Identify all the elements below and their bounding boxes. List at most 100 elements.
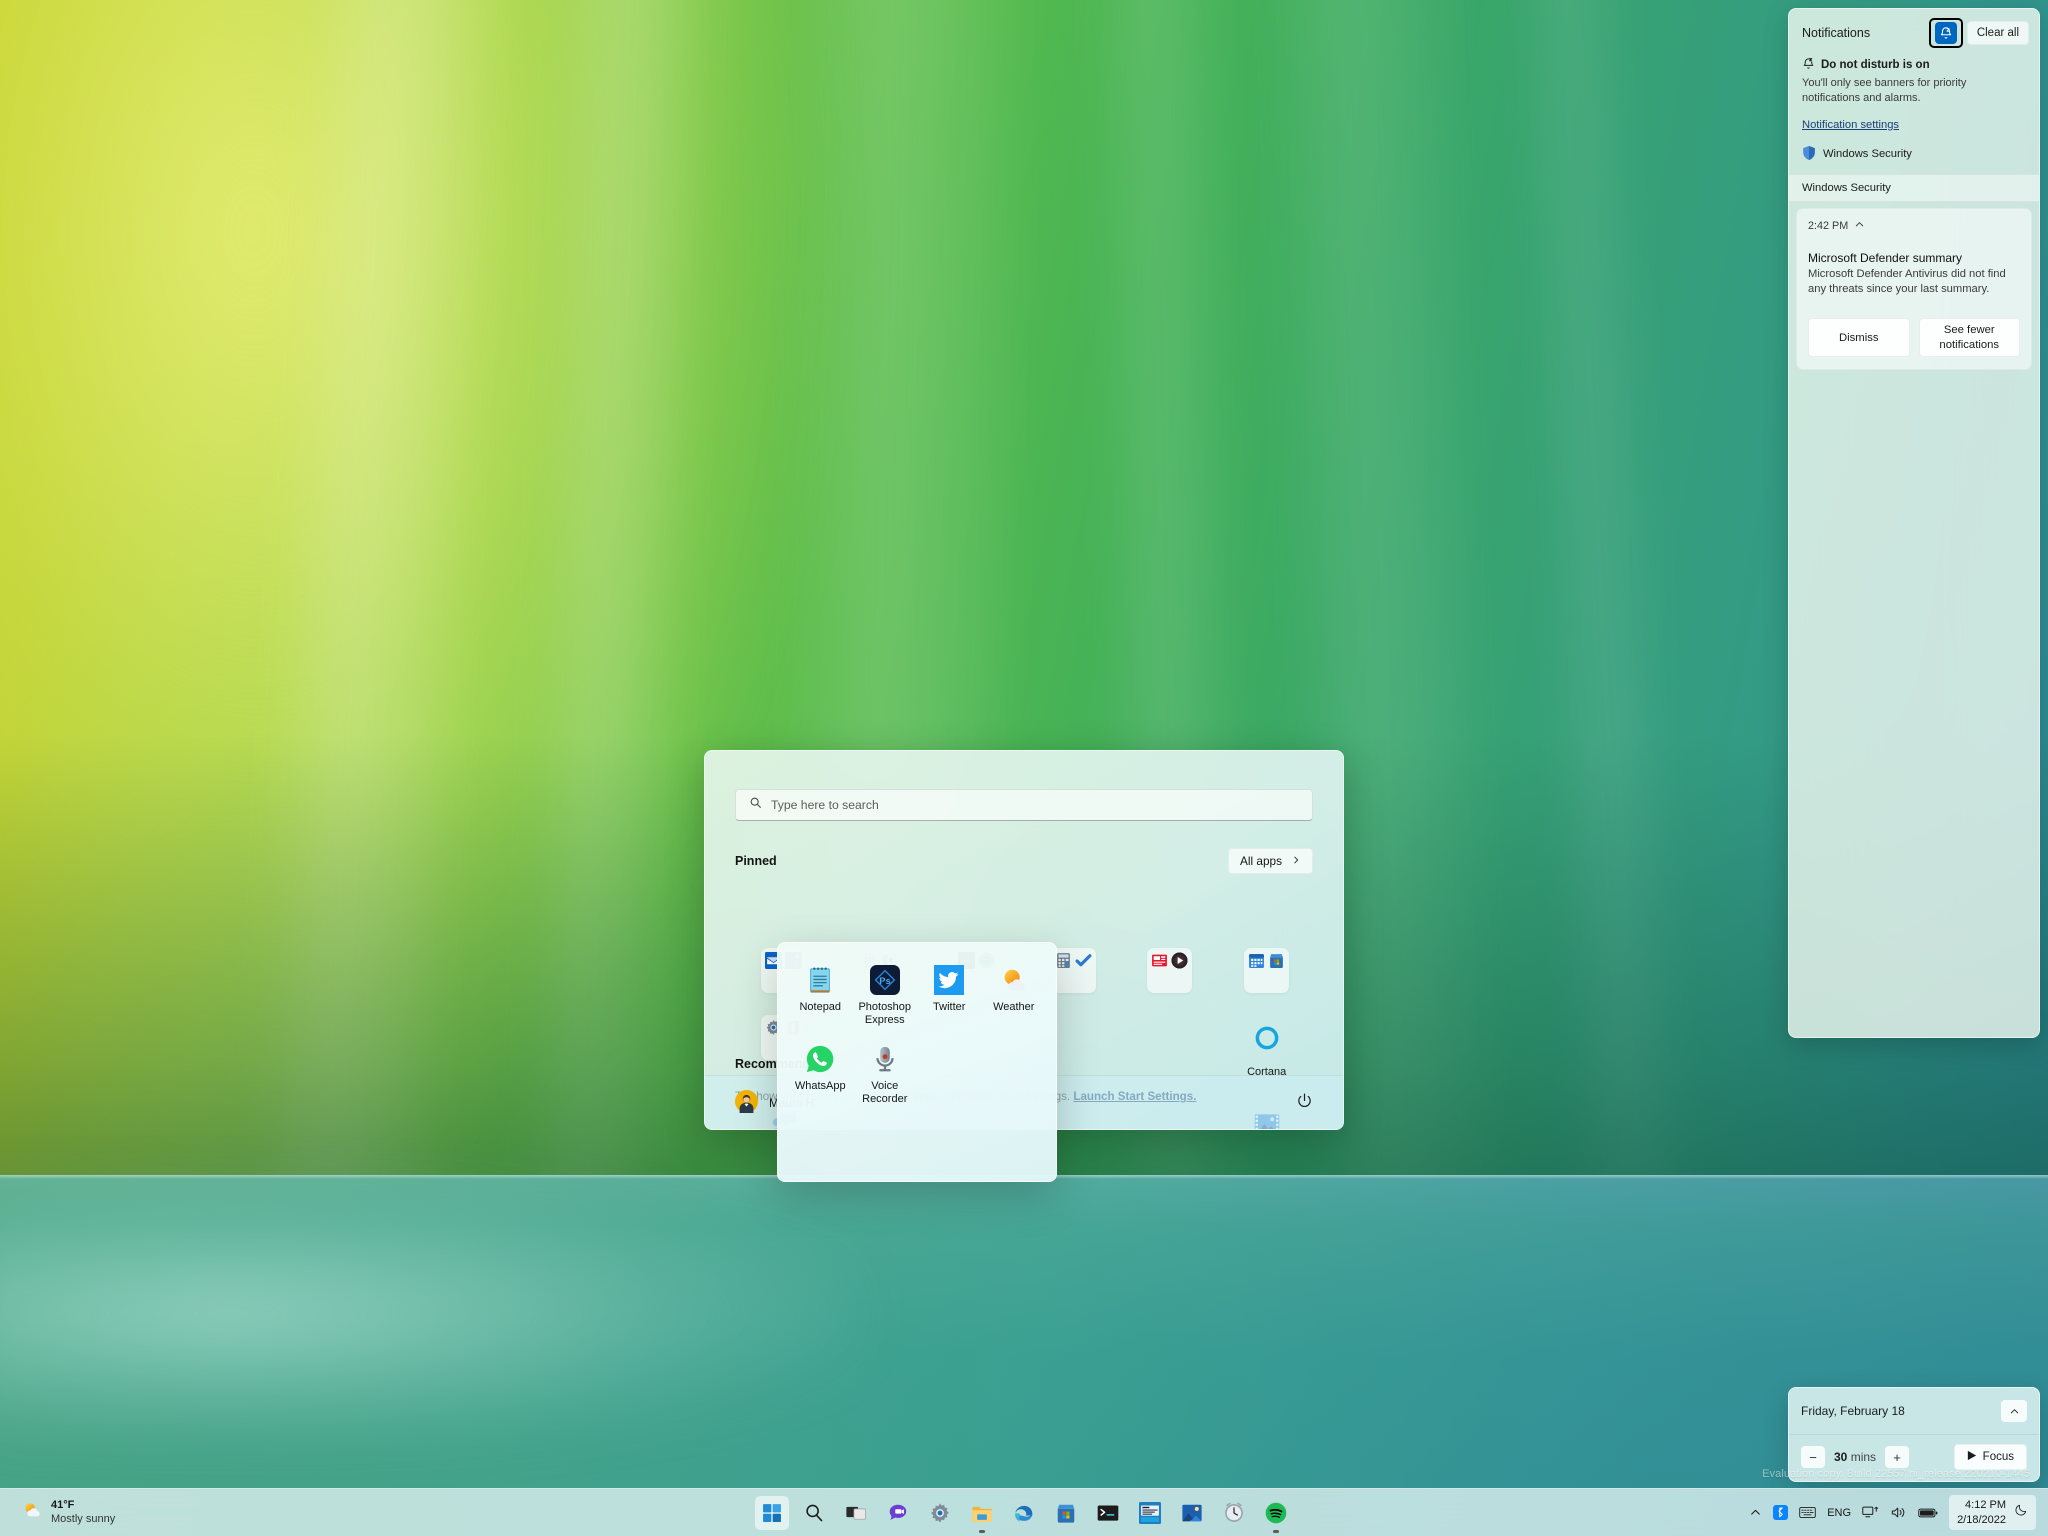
- chat-button[interactable]: [881, 1496, 915, 1530]
- pinned-folder-tile[interactable]: [1147, 948, 1193, 993]
- weather-icon: [999, 965, 1029, 995]
- see-fewer-notifications-button[interactable]: See fewer notifications: [1918, 318, 2020, 357]
- terminal-icon: [1097, 1502, 1119, 1524]
- pinned-app-icon-wrap: [1253, 1015, 1281, 1060]
- task-view-button[interactable]: [839, 1496, 873, 1530]
- settings-button[interactable]: [923, 1496, 957, 1530]
- folder-app-item[interactable]: Voice Recorder: [853, 1044, 918, 1107]
- do-not-disturb-icon: [1934, 22, 1957, 44]
- calendar-collapse-button[interactable]: [2001, 1400, 2027, 1422]
- do-not-disturb-bell-icon: [1802, 57, 1815, 73]
- pinned-cell[interactable]: [1122, 948, 1219, 993]
- clear-all-button[interactable]: Clear all: [1966, 21, 2029, 45]
- folder-app-label: WhatsApp: [794, 1079, 846, 1092]
- clock-text: 4:12 PM 2/18/2022: [1957, 1498, 2006, 1527]
- folder-app-label: Voice Recorder: [862, 1079, 908, 1106]
- taskbar-weather-widget[interactable]: 41°F Mostly sunny: [12, 1496, 125, 1530]
- store-button[interactable]: [1049, 1496, 1083, 1530]
- movies-icon: [1171, 952, 1188, 969]
- do-not-disturb-description: You'll only see banners for priority not…: [1802, 77, 1967, 104]
- taskbar: 41°F Mostly sunny ENG 4:12 PM 2/18/2022: [0, 1488, 2048, 1536]
- do-not-disturb-toggle[interactable]: [1928, 18, 1963, 48]
- clock-button[interactable]: [1217, 1496, 1251, 1530]
- task-view-icon: [845, 1502, 867, 1524]
- terminal-button[interactable]: [1091, 1496, 1125, 1530]
- evaluation-watermark: Evaluation copy. Build 22557.ni_release.…: [1762, 1468, 2030, 1480]
- notification-settings-link[interactable]: Notification settings: [1802, 119, 1899, 131]
- edge-button[interactable]: [1007, 1496, 1041, 1530]
- pinned-title: Pinned: [735, 854, 777, 868]
- power-button[interactable]: [1296, 1092, 1313, 1114]
- notification-toast[interactable]: 2:42 PM Microsoft Defender summary Micro…: [1796, 207, 2032, 370]
- bluetooth-icon[interactable]: [1773, 1505, 1789, 1520]
- spotify-button[interactable]: [1259, 1496, 1293, 1533]
- notification-toast-meta: 2:42 PM: [1808, 219, 2020, 233]
- network-icon[interactable]: [1862, 1505, 1879, 1520]
- start-search-box[interactable]: Type here to search: [735, 789, 1313, 821]
- start-folder-popup: Notepad Ps Photoshop Express Twitter Weat…: [777, 942, 1057, 1182]
- folder-app-item[interactable]: Twitter: [917, 965, 982, 1028]
- pinned-cell[interactable]: Cortana: [1218, 1015, 1315, 1079]
- folder-apps-grid: Notepad Ps Photoshop Express Twitter Weat…: [788, 965, 1046, 1107]
- tray-date: 2/18/2022: [1957, 1513, 2006, 1526]
- file-explorer-button[interactable]: [965, 1496, 999, 1533]
- keyboard-icon[interactable]: [1799, 1506, 1816, 1519]
- all-apps-button[interactable]: All apps: [1228, 848, 1313, 874]
- focus-start-label: Focus: [1982, 1451, 2014, 1463]
- spotify-icon: [1265, 1502, 1287, 1524]
- all-apps-label: All apps: [1240, 854, 1282, 868]
- volume-icon[interactable]: [1890, 1505, 1907, 1520]
- search-button[interactable]: [797, 1496, 831, 1530]
- notification-toast-body: Microsoft Defender Antivirus did not fin…: [1808, 267, 2006, 295]
- pinned-folder-tile[interactable]: [1244, 948, 1290, 993]
- notification-time: 2:42 PM: [1808, 219, 1849, 232]
- twitter-icon: [934, 965, 965, 995]
- folder-app-item[interactable]: WhatsApp: [788, 1044, 853, 1107]
- photos-button[interactable]: [1175, 1496, 1209, 1530]
- folder-icon: [971, 1502, 993, 1524]
- start-search-placeholder: Type here to search: [771, 798, 879, 812]
- search-icon: [749, 796, 762, 814]
- notification-app-row[interactable]: Windows Security: [1789, 131, 2039, 174]
- folder-app-label: Notepad: [799, 1001, 842, 1013]
- chevron-up-icon[interactable]: [1854, 219, 1865, 233]
- language-indicator[interactable]: ENG: [1827, 1507, 1851, 1519]
- tray-time: 4:12 PM: [1965, 1499, 2006, 1512]
- start-button[interactable]: [755, 1495, 789, 1530]
- app-button[interactable]: [1133, 1496, 1167, 1530]
- calculator-icon: [1055, 952, 1072, 969]
- store-icon: [1055, 1502, 1077, 1524]
- battery-icon[interactable]: [1918, 1507, 1938, 1519]
- folder-app-item[interactable]: Ps Photoshop Express: [853, 965, 918, 1028]
- do-not-disturb-heading: Do not disturb is on: [1821, 59, 1930, 71]
- running-indicator: [1273, 1529, 1279, 1533]
- clock-and-date-button[interactable]: 4:12 PM 2/18/2022: [1949, 1495, 2036, 1530]
- folder-app-item[interactable]: Notepad: [788, 965, 853, 1028]
- focus-increase-button[interactable]: +: [1885, 1446, 1910, 1468]
- pinned-cell[interactable]: [1218, 948, 1315, 993]
- folder-app-item[interactable]: Weather: [982, 965, 1047, 1028]
- focus-duration: 30 mins: [1834, 1450, 1876, 1464]
- focus-duration-value: 30: [1834, 1450, 1848, 1464]
- dismiss-button[interactable]: Dismiss: [1808, 318, 1910, 357]
- pinned-folder-tile[interactable]: [1050, 948, 1096, 993]
- wallpaper-floor-glow: [0, 1182, 861, 1444]
- notification-center-actions: Clear all: [1928, 18, 2029, 48]
- calendar-date: Friday, February 18: [1801, 1404, 1905, 1418]
- weather-text: 41°F Mostly sunny: [51, 1499, 115, 1527]
- windows-security-shield-icon: [1802, 145, 1816, 164]
- avatar: [735, 1089, 758, 1116]
- photoshop-express-icon: Ps: [869, 965, 900, 995]
- focus-decrease-button[interactable]: −: [1801, 1446, 1825, 1468]
- show-hidden-icons-button[interactable]: [1749, 1506, 1762, 1519]
- weather-icon: [22, 1500, 42, 1525]
- focus-duration-unit: mins: [1850, 1450, 1877, 1464]
- calendar-header: Friday, February 18: [1789, 1388, 2039, 1434]
- news-icon: [1151, 952, 1168, 969]
- focus-start-button[interactable]: Focus: [1953, 1444, 2027, 1470]
- system-tray: ENG 4:12 PM 2/18/2022: [1749, 1495, 2048, 1530]
- edge-icon: [1013, 1502, 1035, 1524]
- moon-icon[interactable]: [2014, 1503, 2028, 1521]
- notification-center: Notifications Clear all Do not disturb i…: [1788, 8, 2040, 1038]
- clock-icon: [1223, 1502, 1245, 1524]
